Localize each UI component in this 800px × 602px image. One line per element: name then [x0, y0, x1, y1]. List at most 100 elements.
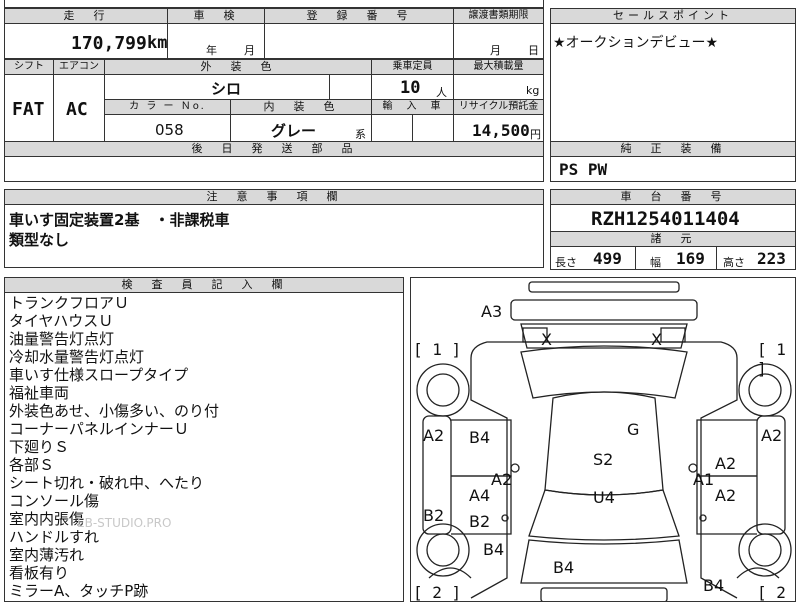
recycle-cell: 14,500 円: [453, 114, 544, 142]
specs-length-value: 499: [593, 249, 622, 268]
specs-length-cell: 長さ 499: [550, 246, 636, 270]
maxload-header: 最大積載量: [453, 59, 544, 75]
damage-label-a1: A1: [693, 470, 715, 489]
chassis-header: 車 台 番 号: [550, 189, 796, 205]
inspector-line: コンソール傷: [9, 492, 100, 510]
capacity-header: 乗車定員: [371, 59, 454, 75]
inspector-line: タイヤハウスＵ: [9, 312, 114, 330]
inspection-month: 月: [244, 44, 255, 57]
interior-header: 内 装 色: [230, 99, 372, 115]
rear-bumper-shape: [528, 281, 680, 293]
top-edge-strip: [4, 0, 544, 8]
equipment-text: PS PW: [559, 160, 608, 179]
recycle-unit: 円: [530, 128, 541, 141]
damage-label-x-left: X: [541, 330, 552, 349]
chassis-cell: RZH1254011404: [550, 204, 796, 232]
rear-glass-shape: [520, 345, 688, 399]
import-header: 輸 入 車: [371, 99, 454, 115]
sales-text: ★オークションデビュー★: [553, 35, 719, 51]
transfer-month: 月: [490, 44, 501, 57]
damage-label-s2: S2: [593, 450, 614, 469]
damage-label-a2-right-side: A2: [761, 426, 783, 445]
maxload-cell: kg: [453, 74, 544, 100]
inspector-line: 各部Ｓ: [9, 456, 55, 474]
inspection-cell: 年 月: [167, 23, 265, 59]
transfer-cell: 月 日: [453, 23, 544, 59]
inspection-header: 車 検: [167, 8, 265, 24]
later-parts-header: 後 日 発 送 部 品: [4, 141, 544, 157]
registration-cell: [264, 23, 454, 59]
wheel-rear-left-shape: [416, 363, 470, 417]
damage-label-x-right: X: [651, 330, 662, 349]
vehicle-diagram-frame: [ 1 ] [ 1 ] [ 2 ] [ 2 ] A3 X X A2 A2 B4 …: [410, 277, 796, 602]
damage-label-b4-front-right: B4: [703, 576, 725, 595]
recycle-header: リサイクル預託金: [453, 99, 544, 115]
exterior-sub-cell: [329, 74, 372, 100]
capacity-unit: 人: [436, 86, 447, 99]
recycle-value: 14,500: [472, 121, 530, 140]
transfer-header: 譲渡書類期限: [453, 8, 544, 24]
damage-label-a2-front-right: A2: [715, 486, 737, 505]
inspector-line: 福祉車両: [9, 384, 70, 402]
damage-label-b4-front-left: B4: [483, 540, 505, 559]
mirror-left-shape: [510, 463, 520, 473]
specs-height-value: 223: [757, 249, 786, 268]
bracket-2-right: [ 2 ]: [757, 583, 786, 602]
damage-label-b4-rear-left: B4: [469, 428, 491, 447]
interior-cell: グレー 系: [230, 114, 372, 142]
exterior-header: 外 装 色: [104, 59, 372, 75]
damage-label-a2-rear-right: A2: [715, 454, 737, 473]
inspector-line: シート切れ・破れ中、へたり: [9, 474, 205, 492]
inspector-line: 車いす仕様スロープタイプ: [9, 366, 189, 384]
rear-lamp-right-shape: [660, 327, 686, 343]
damage-label-b2-front-left: B2: [469, 512, 491, 531]
inspector-list: トランクフロアＵ タイヤハウスＵ 油量警告灯点灯 冷却水量警告灯点灯 車いす仕様…: [9, 294, 219, 600]
ac-cell: AC: [53, 74, 105, 142]
hood-shape: [520, 539, 688, 584]
roof-shape: [544, 391, 664, 496]
inspector-header: 検 査 員 記 入 欄: [4, 277, 404, 293]
equipment-cell: PS PW: [550, 156, 796, 182]
inspector-line: コーナーパネルインナーＵ: [9, 420, 189, 438]
mileage-cell: 170,799 km: [4, 23, 168, 59]
import-cell-b: [412, 114, 454, 142]
inspector-line: 室内薄汚れ: [9, 546, 85, 564]
damage-label-a2-front-left: A2: [491, 470, 513, 489]
notes-line-1: 車いす固定装置2基 ・非課税車: [9, 211, 230, 229]
colorno-header: カ ラ ー Ｎo.: [104, 99, 231, 115]
chassis-value: RZH1254011404: [591, 208, 740, 230]
bracket-1-right: [ 1 ]: [757, 340, 786, 378]
specs-width-cell: 幅 169: [635, 246, 717, 270]
equipment-header: 純 正 装 備: [550, 141, 796, 157]
interior-value: グレー: [271, 122, 317, 140]
transfer-day: 日: [528, 44, 539, 57]
capacity-value: 10: [400, 78, 421, 98]
inspector-line: 冷却水量警告灯点灯: [9, 348, 145, 366]
inspector-line: トランクフロアＵ: [9, 294, 130, 312]
specs-height-cell: 高さ 223: [716, 246, 796, 270]
watermark-text: EB-STUDIO.PRO: [77, 516, 172, 530]
inspector-line: 看板有り: [9, 564, 70, 582]
notes-header: 注 意 事 項 欄: [4, 189, 544, 205]
maxload-unit: kg: [526, 84, 540, 97]
bracket-1-left: [ 1 ]: [413, 340, 462, 359]
damage-label-b4-hood: B4: [553, 558, 575, 577]
notes-cell: 車いす固定装置2基 ・非課税車 類型なし: [4, 204, 544, 268]
ac-header: エアコン: [53, 59, 105, 75]
inspector-line: 外装色あせ、小傷多い、のり付: [9, 402, 220, 420]
capacity-cell: 10 人: [371, 74, 454, 100]
sales-header: セールスポイント: [550, 8, 796, 24]
specs-height-label: 高さ: [723, 256, 745, 269]
damage-label-u4: U4: [593, 488, 615, 507]
colorno-value: 058: [155, 121, 184, 139]
specs-width-label: 幅: [650, 256, 661, 269]
exterior-cell: シロ: [104, 74, 330, 100]
mileage-value: 170,799: [71, 33, 147, 54]
damage-label-a3: A3: [481, 302, 503, 321]
specs-header: 諸 元: [550, 231, 796, 247]
exterior-value: シロ: [211, 80, 242, 98]
damage-label-g: G: [627, 420, 640, 439]
registration-header: 登 録 番 号: [264, 8, 454, 24]
import-cell-a: [371, 114, 413, 142]
damage-label-a4: A4: [469, 486, 491, 505]
